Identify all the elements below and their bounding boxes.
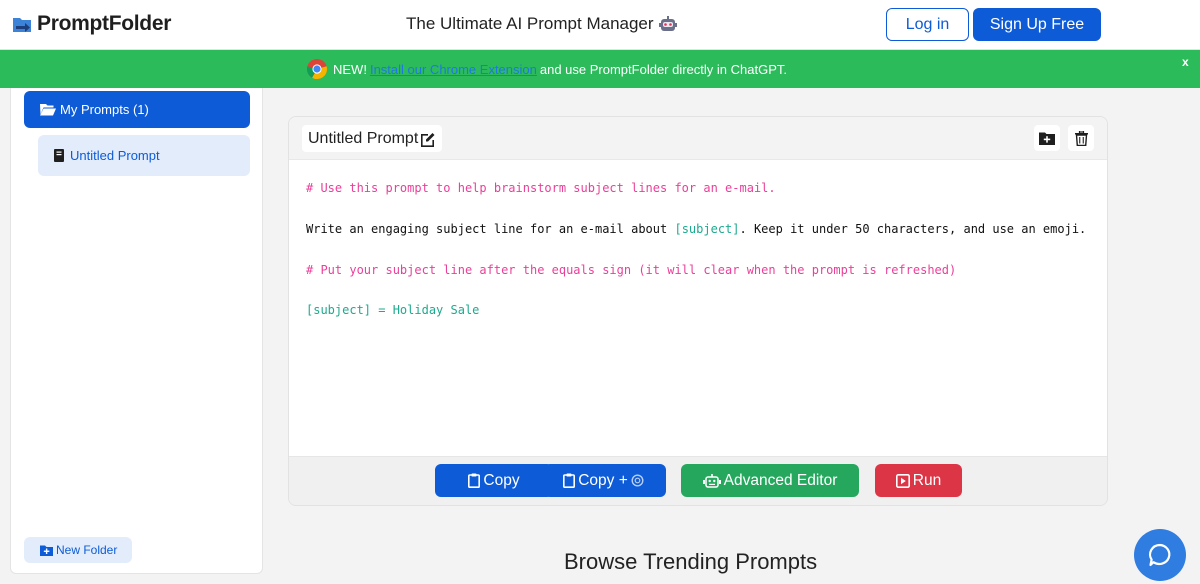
sidebar: My Prompts (1) Untitled Prompt New Folde…	[10, 88, 263, 574]
run-label: Run	[912, 471, 942, 489]
login-button[interactable]: Log in	[886, 8, 969, 41]
arrow-folder-icon	[13, 18, 31, 32]
new-folder-button[interactable]: New Folder	[24, 537, 132, 563]
sidebar-prompt-untitled[interactable]: Untitled Prompt	[38, 135, 250, 176]
banner-text: and use PromptFolder directly in ChatGPT…	[539, 61, 787, 77]
support-chat-button[interactable]	[1134, 529, 1186, 581]
prompt-label: Untitled Prompt	[70, 148, 160, 163]
trash-icon	[1074, 130, 1088, 146]
banner-new-label: NEW!	[333, 61, 367, 77]
openai-icon	[631, 474, 644, 487]
instruction-text-b: . Keep it under 50 characters, and use a…	[739, 221, 1087, 236]
folder-plus-icon	[1039, 132, 1055, 145]
prompt-editor[interactable]: # Use this prompt to help brainstorm sub…	[289, 160, 1107, 456]
move-to-folder-button[interactable]	[1034, 125, 1060, 151]
new-folder-label: New Folder	[56, 543, 118, 557]
prompt-panel: Untitled Prompt # Use this prompt to hel…	[288, 116, 1108, 506]
banner-close-button[interactable]: x	[1182, 55, 1189, 69]
robot-icon	[702, 473, 721, 488]
prompt-title[interactable]: Untitled Prompt	[302, 125, 443, 152]
edit-icon[interactable]	[420, 131, 436, 147]
book-icon	[54, 149, 64, 162]
chrome-extension-link[interactable]: Install our Chrome Extension	[370, 62, 537, 77]
prompt-panel-header: Untitled Prompt	[289, 117, 1107, 160]
copy-button[interactable]: Copy	[435, 464, 553, 497]
tagline: The Ultimate AI Prompt Manager	[406, 14, 678, 34]
logo[interactable]: PromptFolder	[12, 12, 171, 36]
chat-icon	[1148, 543, 1171, 567]
delete-prompt-button[interactable]	[1068, 125, 1094, 151]
trending-prompts-heading: Browse Trending Prompts	[564, 549, 818, 574]
copy-plus-openai-button[interactable]: Copy +	[544, 464, 666, 497]
folder-label: My Prompts (1)	[60, 102, 149, 117]
folder-plus-icon	[40, 545, 53, 556]
prompt-title-text: Untitled Prompt	[308, 129, 419, 147]
top-header: PromptFolder The Ultimate AI Prompt Mana…	[0, 0, 1200, 50]
extension-banner: NEW! Install our Chrome Extension and us…	[0, 50, 1200, 88]
advanced-editor-button[interactable]: Advanced Editor	[681, 464, 859, 497]
instruction-text-a: Write an engaging subject line for an e-…	[306, 221, 675, 236]
banner-content: NEW! Install our Chrome Extension and us…	[306, 58, 787, 80]
run-button[interactable]: Run	[875, 464, 962, 497]
advanced-editor-label: Advanced Editor	[723, 471, 838, 489]
logo-text: PromptFolder	[37, 12, 172, 35]
prompt-instruction-line: Write an engaging subject line for an e-…	[306, 219, 1090, 239]
sidebar-folder-my-prompts[interactable]: My Prompts (1)	[24, 91, 250, 128]
folder-open-icon	[40, 104, 56, 116]
signup-button[interactable]: Sign Up Free	[973, 8, 1101, 41]
clipboard-icon	[563, 473, 576, 488]
prompt-actions-bar: Copy Copy + Advanced Editor Run	[289, 456, 1107, 505]
robot-icon	[658, 16, 677, 31]
clipboard-icon	[468, 473, 481, 488]
play-square-icon	[895, 473, 910, 488]
tagline-text: The Ultimate AI Prompt Manager	[406, 14, 654, 33]
variable-assignment-line: [subject] = Holiday Sale	[306, 303, 480, 318]
chrome-icon	[306, 59, 328, 80]
subject-variable: [subject]	[674, 221, 740, 236]
copy-plus-label: Copy +	[578, 471, 628, 489]
prompt-comment-line: # Use this prompt to help brainstorm sub…	[306, 181, 776, 195]
prompt-comment-line: # Put your subject line after the equals…	[306, 262, 957, 277]
copy-label: Copy	[483, 471, 520, 489]
